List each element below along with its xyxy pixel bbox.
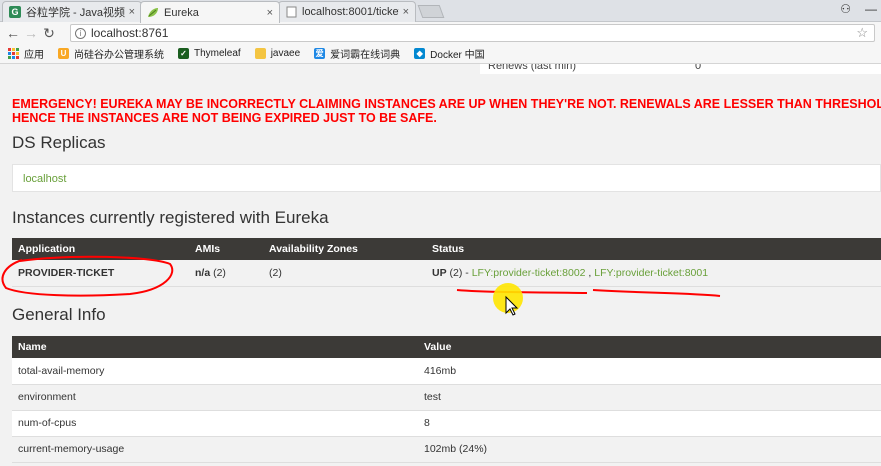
folder-icon: [254, 48, 266, 59]
eureka-leaf-icon: [147, 7, 159, 19]
zones-cell: (2): [263, 260, 426, 287]
emergency-line-2: HENCE THE INSTANCES ARE NOT BEING EXPIRE…: [12, 111, 437, 125]
cursor-highlight: [493, 283, 523, 313]
amis-cell: n/a (2): [189, 260, 263, 287]
tab-strip: G 谷粒学院 - Java视频|HTM × Eureka × localhost…: [0, 0, 881, 23]
info-name: environment: [12, 384, 418, 411]
bookmark-label: 爱词霸在线词典: [330, 50, 401, 61]
bookmark-iciba[interactable]: 爱 爱词霸在线词典: [314, 46, 400, 61]
window-controls: ⚇ —: [840, 2, 877, 16]
annotation-underline-8001: [592, 289, 721, 297]
bookmark-label: Thymeleaf: [194, 48, 241, 59]
close-icon[interactable]: ×: [267, 7, 273, 19]
bookmark-label: 应用: [24, 50, 44, 61]
eureka-dashboard: Renews (last min) 0 EMERGENCY! EUREKA MA…: [0, 64, 881, 466]
replica-link[interactable]: localhost: [23, 173, 66, 185]
page-icon: [285, 6, 297, 18]
new-tab-button[interactable]: [417, 5, 445, 18]
info-value: 102mb (24%): [418, 436, 881, 463]
tab-label: Eureka: [164, 6, 199, 19]
replicas-list: localhost: [12, 164, 881, 192]
renews-value: 0: [695, 64, 702, 72]
emergency-line-1: EMERGENCY! EUREKA MAY BE INCORRECTLY CLA…: [12, 97, 881, 111]
link-separator: ,: [585, 266, 595, 279]
info-value: test: [418, 384, 881, 411]
table-row: current-memory-usage 102mb (24%): [12, 436, 881, 463]
general-info-heading: General Info: [12, 305, 106, 324]
col-name: Name: [12, 336, 418, 358]
info-name: total-avail-memory: [12, 358, 418, 385]
instances-header-row: Application AMIs Availability Zones Stat…: [12, 238, 881, 260]
col-application: Application: [12, 238, 189, 260]
amis-count: (2): [213, 266, 226, 279]
renews-row: Renews (last min) 0: [480, 64, 881, 74]
reload-icon[interactable]: ↻: [40, 25, 58, 42]
status-cell: UP (2) - LFY:provider-ticket:8002 , LFY:…: [426, 260, 881, 287]
bookmark-javaee[interactable]: javaee: [254, 48, 301, 59]
info-value: 8: [418, 410, 881, 437]
application-name: PROVIDER-TICKET: [12, 260, 189, 287]
bookmark-thymeleaf[interactable]: ✓ Thymeleaf: [178, 48, 241, 59]
general-info-table: Name Value total-avail-memory 416mb envi…: [12, 336, 881, 463]
bookmark-oa-system[interactable]: U 尚硅谷办公管理系统: [58, 46, 164, 61]
url-text[interactable]: localhost:8761: [91, 26, 168, 40]
info-value: 416mb: [418, 358, 881, 385]
instance-link-8001[interactable]: LFY:provider-ticket:8001: [594, 267, 708, 279]
browser-toolbar: ← → ↻ i localhost:8761 ☆: [0, 22, 881, 44]
bookmark-apps[interactable]: 应用: [8, 46, 44, 61]
bookmarks-bar: 应用 U 尚硅谷办公管理系统 ✓ Thymeleaf javaee 爱 爱词霸在…: [0, 44, 881, 64]
bookmark-label: Docker 中国: [430, 50, 485, 61]
iciba-icon: 爱: [314, 48, 326, 59]
info-icon[interactable]: i: [75, 27, 86, 39]
table-row: environment test: [12, 384, 881, 411]
col-zones: Availability Zones: [263, 238, 426, 260]
close-icon[interactable]: ×: [403, 6, 409, 18]
col-value: Value: [418, 336, 881, 358]
tab-label: 谷粒学院 - Java视频|HTM: [26, 7, 125, 19]
status-up: UP: [432, 266, 447, 279]
instances-table: Application AMIs Availability Zones Stat…: [12, 238, 881, 287]
close-icon[interactable]: ×: [129, 6, 135, 18]
apps-icon: [8, 48, 19, 59]
tab-label: localhost:8001/ticket: [302, 6, 399, 18]
info-name: current-memory-usage: [12, 436, 418, 463]
instance-link-8002[interactable]: LFY:provider-ticket:8002: [472, 267, 586, 279]
emergency-warning: EMERGENCY! EUREKA MAY BE INCORRECTLY CLA…: [12, 97, 881, 125]
address-bar[interactable]: i localhost:8761 ☆: [70, 24, 875, 42]
forward-arrow-icon[interactable]: →: [22, 25, 40, 41]
general-header-row: Name Value: [12, 336, 881, 358]
thymeleaf-icon: ✓: [178, 48, 189, 59]
tab-guli[interactable]: G 谷粒学院 - Java视频|HTM ×: [2, 1, 142, 22]
info-name: num-of-cpus: [12, 410, 418, 437]
guli-favicon-icon: G: [9, 6, 21, 18]
replicas-heading: DS Replicas: [12, 133, 106, 152]
tab-eureka[interactable]: Eureka ×: [140, 1, 280, 23]
annotation-underline-8002: [456, 289, 588, 294]
col-status: Status: [426, 238, 881, 260]
user-profile-icon[interactable]: ⚇: [840, 2, 851, 16]
bookmark-u-icon: U: [58, 48, 69, 59]
bookmark-label: 尚硅谷办公管理系统: [74, 50, 164, 61]
back-arrow-icon[interactable]: ←: [4, 25, 22, 41]
bookmark-label: javaee: [270, 48, 301, 59]
table-row: total-avail-memory 416mb: [12, 358, 881, 385]
bookmark-docker[interactable]: ◆ Docker 中国: [414, 46, 485, 61]
table-row: num-of-cpus 8: [12, 410, 881, 437]
mouse-pointer-icon: [505, 295, 519, 316]
col-amis: AMIs: [189, 238, 263, 260]
status-count: (2) -: [449, 266, 472, 279]
renews-label: Renews (last min): [488, 64, 577, 72]
amis-value: n/a: [195, 266, 211, 279]
bookmark-star-icon[interactable]: ☆: [856, 25, 868, 41]
tab-localhost-ticket[interactable]: localhost:8001/ticket ×: [278, 1, 416, 22]
table-row: PROVIDER-TICKET n/a (2) (2) UP (2) - LFY…: [12, 260, 881, 287]
instances-heading: Instances currently registered with Eure…: [12, 208, 329, 227]
minimize-icon[interactable]: —: [865, 2, 877, 16]
docker-icon: ◆: [414, 48, 426, 59]
